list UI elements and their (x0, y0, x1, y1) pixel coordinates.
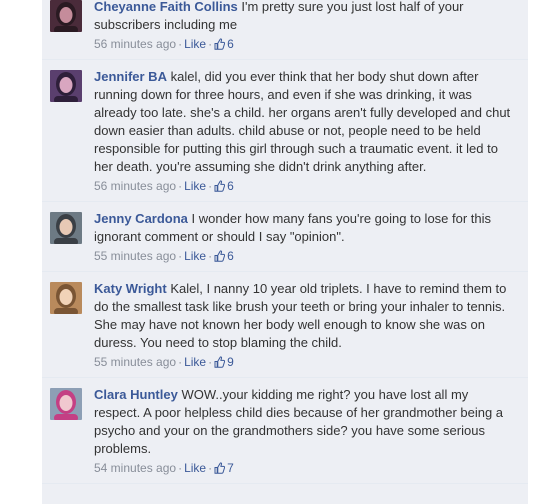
comment-author[interactable]: Katy Wright (94, 281, 167, 296)
like-count-button[interactable]: 6 (214, 179, 234, 193)
profile-photo-icon (50, 388, 82, 420)
comment-author[interactable]: Jenny Cardona (94, 211, 188, 226)
comment-body: Jenny Cardona I wonder how many fans you… (94, 202, 528, 271)
comment-item: Clara Huntley WOW..your kidding me right… (42, 378, 528, 484)
separator: · (178, 37, 183, 51)
like-link[interactable]: Like (184, 37, 206, 51)
like-link[interactable]: Like (184, 179, 206, 193)
thumbs-up-icon (214, 250, 226, 262)
avatar[interactable] (50, 212, 82, 244)
comment-body: Katy Wright Kalel, I nanny 10 year old t… (94, 272, 528, 377)
like-count-button[interactable]: 9 (214, 355, 234, 369)
profile-photo-icon (50, 282, 82, 314)
comment-timestamp[interactable]: 55 minutes ago (94, 355, 176, 369)
like-count: 6 (227, 37, 234, 51)
avatar[interactable] (50, 388, 82, 420)
comment-meta: 55 minutes ago · Like · 9 (94, 353, 518, 371)
comment-feed: Cheyanne Faith Collins I'm pretty sure y… (42, 0, 528, 504)
comment-body: Jennifer BA kalel, did you ever think th… (94, 60, 528, 201)
separator: · (208, 355, 213, 369)
profile-photo-icon (50, 0, 82, 32)
avatar[interactable] (50, 70, 82, 102)
comment-author[interactable]: Jennifer BA (94, 69, 167, 84)
like-link[interactable]: Like (184, 461, 206, 475)
separator: · (178, 355, 183, 369)
like-link[interactable]: Like (184, 355, 206, 369)
like-count: 6 (227, 179, 234, 193)
separator: · (208, 179, 213, 193)
profile-photo-icon (50, 212, 82, 244)
separator: · (178, 179, 183, 193)
comment-timestamp[interactable]: 54 minutes ago (94, 461, 176, 475)
comment-item: Jenny Cardona I wonder how many fans you… (42, 202, 528, 272)
avatar[interactable] (50, 0, 82, 32)
separator: · (208, 249, 213, 263)
comment-body: Clara Huntley WOW..your kidding me right… (94, 378, 528, 483)
like-count: 7 (227, 461, 234, 475)
comment-meta: 56 minutes ago · Like · 6 (94, 35, 518, 53)
comment-timestamp[interactable]: 56 minutes ago (94, 37, 176, 51)
comment-meta: 55 minutes ago · Like · 6 (94, 247, 518, 265)
comment-body: Cheyanne Faith Collins I'm pretty sure y… (94, 0, 528, 59)
comment-item: Katy Wright Kalel, I nanny 10 year old t… (42, 272, 528, 378)
page-margin (528, 0, 542, 504)
like-count: 9 (227, 355, 234, 369)
comment-timestamp[interactable]: 56 minutes ago (94, 179, 176, 193)
comment-item: Cheyanne Faith Collins I'm pretty sure y… (42, 0, 528, 60)
like-count-button[interactable]: 7 (214, 461, 234, 475)
comment-author[interactable]: Cheyanne Faith Collins (94, 0, 238, 14)
comment-item: Jennifer BA kalel, did you ever think th… (42, 60, 528, 202)
like-count-button[interactable]: 6 (214, 249, 234, 263)
separator: · (208, 461, 213, 475)
profile-photo-icon (50, 70, 82, 102)
separator: · (208, 37, 213, 51)
thumbs-up-icon (214, 180, 226, 192)
thumbs-up-icon (214, 462, 226, 474)
avatar[interactable] (50, 282, 82, 314)
like-count-button[interactable]: 6 (214, 37, 234, 51)
separator: · (178, 249, 183, 263)
like-count: 6 (227, 249, 234, 263)
comment-author[interactable]: Clara Huntley (94, 387, 178, 402)
comment-timestamp[interactable]: 55 minutes ago (94, 249, 176, 263)
thumbs-up-icon (214, 38, 226, 50)
comment-meta: 56 minutes ago · Like · 6 (94, 177, 518, 195)
comment-meta: 54 minutes ago · Like · 7 (94, 459, 518, 477)
thumbs-up-icon (214, 356, 226, 368)
separator: · (178, 461, 183, 475)
like-link[interactable]: Like (184, 249, 206, 263)
comment-text: kalel, did you ever think that her body … (94, 69, 511, 174)
